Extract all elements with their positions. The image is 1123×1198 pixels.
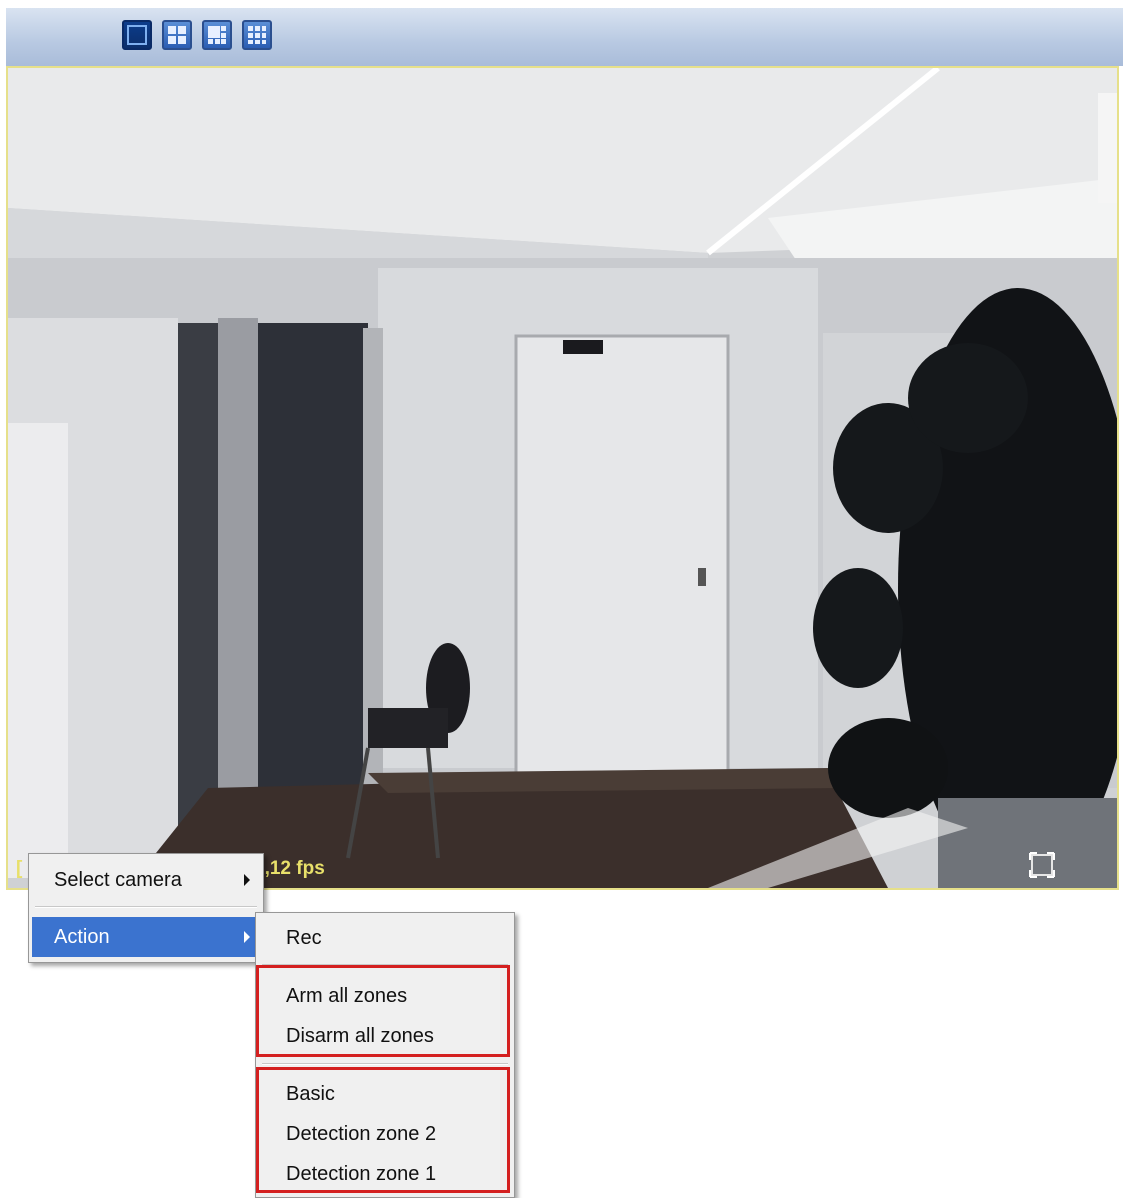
menu-item-select-camera[interactable]: Select camera [32, 860, 260, 900]
menu-item-label: Disarm all zones [286, 1025, 434, 1047]
menu-item-label: Detection zone 2 [286, 1123, 437, 1145]
menu-item-arm-all-zones[interactable]: Arm all zones [259, 976, 511, 1016]
menu-item-rec[interactable]: Rec [259, 918, 511, 958]
camera-frame-image [8, 68, 1117, 888]
menu-item-label: Arm all zones [286, 985, 408, 1007]
menu-item-label: Rec [286, 927, 322, 949]
six-view-icon [208, 26, 226, 44]
menu-item-label: Basic [286, 1083, 335, 1105]
single-view-icon [127, 25, 147, 45]
nine-view-icon [248, 26, 266, 44]
view-layout-toolbar [6, 8, 1123, 66]
camera-name-overlay: [ [16, 858, 23, 879]
menu-item-detection-zone-1[interactable]: Detection zone 1 [259, 1154, 511, 1194]
menu-item-label: Action [54, 926, 110, 948]
quad-view-button[interactable] [162, 20, 192, 50]
menu-separator [262, 1063, 508, 1065]
submenu-arrow-icon [244, 931, 250, 943]
nine-view-button[interactable] [242, 20, 272, 50]
menu-item-detection-zone-2[interactable]: Detection zone 2 [259, 1114, 511, 1154]
menu-item-action[interactable]: Action [32, 917, 260, 957]
fps-indicator: 5,12 fps [254, 858, 325, 879]
menu-separator [262, 964, 508, 966]
quad-view-icon [168, 26, 186, 44]
camera-video-view[interactable] [6, 66, 1119, 890]
menu-item-basic[interactable]: Basic [259, 1074, 511, 1114]
menu-item-disarm-all-zones[interactable]: Disarm all zones [259, 1016, 511, 1056]
action-submenu: Rec Arm all zones Disarm all zones Basic… [255, 912, 515, 1198]
menu-separator [35, 906, 257, 908]
menu-item-label: Detection zone 1 [286, 1163, 437, 1185]
six-view-button[interactable] [202, 20, 232, 50]
context-menu: Select camera Action [28, 853, 264, 963]
single-view-button[interactable] [122, 20, 152, 50]
menu-item-label: Select camera [54, 869, 182, 891]
fullscreen-icon[interactable] [1027, 850, 1057, 880]
submenu-arrow-icon [244, 874, 250, 886]
